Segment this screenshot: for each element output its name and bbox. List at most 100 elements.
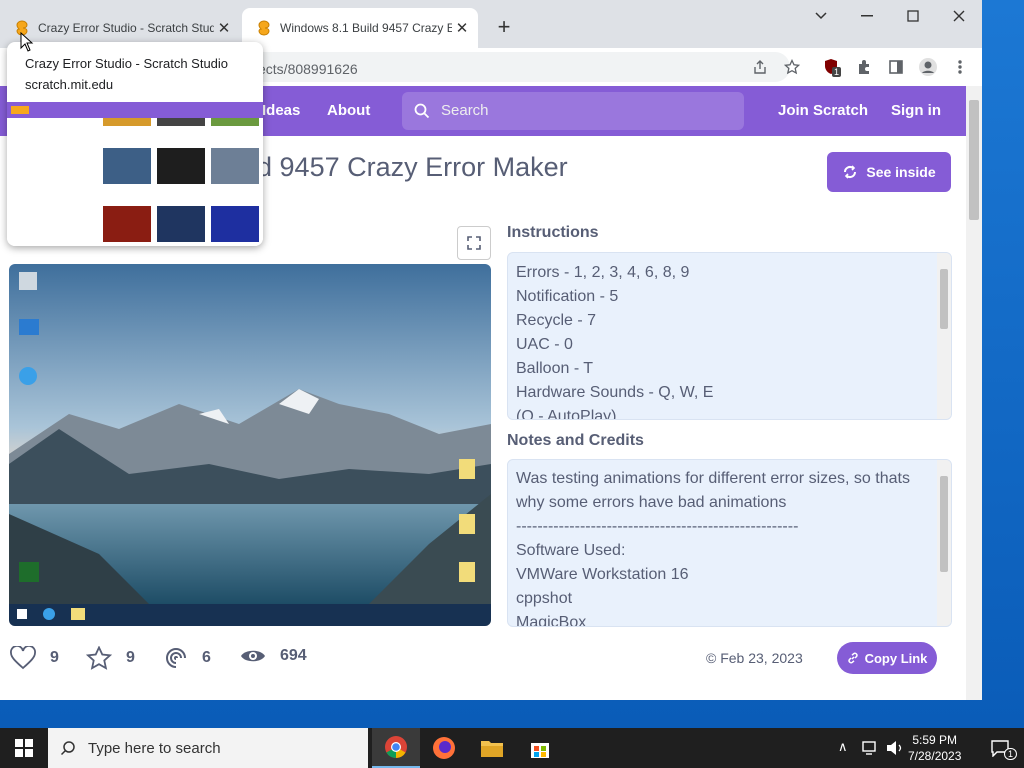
chrome-icon	[385, 736, 407, 758]
store-taskbar-button[interactable]	[516, 728, 564, 768]
notes-scrollbar[interactable]	[937, 460, 951, 626]
close-tab-icon[interactable]: ✕	[452, 19, 472, 37]
show-hidden-icons[interactable]: ∧	[838, 739, 848, 755]
notes-line: Software Used:	[516, 542, 626, 559]
hover-card-site: scratch.mit.edu	[25, 77, 114, 92]
copy-link-label: Copy Link	[864, 650, 928, 666]
see-inside-label: See inside	[866, 164, 936, 180]
close-window-button[interactable]	[936, 0, 982, 32]
instructions-line: (Q - AutoPlay)	[516, 408, 617, 420]
tab-search-icon[interactable]	[798, 0, 844, 32]
firefox-icon	[433, 737, 455, 759]
love-stat[interactable]: 9	[10, 646, 59, 670]
copy-link-button[interactable]: Copy Link	[837, 642, 937, 674]
instructions-box[interactable]: Errors - 1, 2, 3, 4, 6, 8, 9 Notificatio…	[507, 252, 952, 420]
hover-card-title: Crazy Error Studio - Scratch Studio	[25, 56, 229, 71]
windows-taskbar: Type here to search ∧ 5:59 PM 7/28/2023 …	[0, 728, 1024, 768]
scratch-search-input[interactable]: Search	[402, 92, 744, 130]
scratch-cat-icon	[256, 20, 272, 36]
nav-about-link[interactable]: About	[327, 102, 370, 119]
notes-line: Was testing animations for different err…	[516, 470, 910, 487]
tab-title: Windows 8.1 Build 9457 Crazy Error Maker	[280, 21, 452, 35]
start-button[interactable]	[0, 728, 48, 768]
instructions-line: Notification - 5	[516, 288, 619, 305]
clock-date: 7/28/2023	[908, 749, 962, 763]
taskbar-search-placeholder: Type here to search	[88, 740, 221, 757]
fullscreen-icon[interactable]	[457, 226, 491, 260]
instructions-line: Recycle - 7	[516, 312, 597, 329]
folder-icon	[481, 741, 503, 757]
join-scratch-link[interactable]: Join Scratch	[778, 102, 868, 119]
page-scrollbar[interactable]	[966, 86, 982, 700]
remix-stat: 6	[164, 646, 211, 670]
windows-logo-icon	[15, 739, 33, 757]
volume-icon[interactable]	[886, 740, 904, 756]
remix-arrows-icon	[844, 165, 857, 179]
browser-window: Crazy Error Studio - Scratch Studio ✕ Wi…	[0, 0, 982, 700]
profile-avatar-icon[interactable]	[918, 57, 938, 77]
close-tab-icon[interactable]: ✕	[214, 19, 234, 37]
views-stat: 694	[240, 646, 307, 666]
notes-line: ----------------------------------------…	[516, 518, 799, 535]
instructions-line: Hardware Sounds - Q, W, E	[516, 384, 714, 401]
store-bag-icon	[531, 743, 549, 758]
tab-hover-card: Crazy Error Studio - Scratch Studio scra…	[7, 42, 263, 246]
notes-line: why some errors have bad animations	[516, 494, 787, 511]
side-panel-icon[interactable]	[886, 57, 906, 77]
instructions-scrollbar[interactable]	[937, 253, 951, 419]
notes-line: cppshot	[516, 590, 573, 607]
share-icon[interactable]	[750, 57, 770, 77]
instructions-line: UAC - 0	[516, 336, 573, 353]
maximize-button[interactable]	[890, 0, 936, 32]
minimize-button[interactable]	[844, 0, 890, 32]
network-icon[interactable]	[862, 740, 880, 756]
instructions-heading: Instructions	[507, 224, 599, 241]
instructions-line: Errors - 1, 2, 3, 4, 6, 8, 9	[516, 264, 690, 281]
notes-box[interactable]: Was testing animations for different err…	[507, 459, 952, 627]
file-explorer-taskbar-button[interactable]	[468, 728, 516, 768]
search-placeholder: Search	[441, 102, 489, 119]
sign-in-link[interactable]: Sign in	[891, 102, 941, 119]
ublock-extension-icon[interactable]: 1	[822, 57, 842, 77]
tab-strip: Crazy Error Studio - Scratch Studio ✕ Wi…	[0, 0, 982, 48]
action-center-button[interactable]: 1	[976, 728, 1024, 768]
link-icon	[847, 652, 858, 664]
search-icon	[414, 103, 430, 119]
instructions-line: Balloon - T	[516, 360, 594, 377]
chrome-taskbar-button[interactable]	[372, 728, 420, 768]
date-text: Feb 23, 2023	[720, 650, 803, 666]
extensions-puzzle-icon[interactable]	[854, 57, 874, 77]
remix-count: 6	[202, 649, 211, 666]
favorite-count: 9	[126, 649, 135, 666]
tab-crazy-error-maker[interactable]: Windows 8.1 Build 9457 Crazy Error Maker…	[242, 8, 478, 48]
notification-count: 1	[1004, 748, 1018, 760]
project-stage[interactable]	[9, 264, 491, 626]
eye-icon	[241, 650, 265, 662]
extension-badge: 1	[832, 67, 842, 77]
chrome-menu-icon[interactable]	[950, 57, 970, 77]
star-icon	[86, 646, 112, 670]
search-icon	[60, 741, 75, 756]
favorite-stat[interactable]: 9	[86, 646, 135, 670]
remix-swirl-icon	[166, 648, 186, 668]
notes-heading: Notes and Credits	[507, 432, 644, 449]
hover-card-thumbnail	[7, 102, 263, 246]
views-count: 694	[280, 647, 307, 664]
taskbar-search-box[interactable]: Type here to search	[48, 728, 368, 768]
firefox-taskbar-button[interactable]	[420, 728, 468, 768]
see-inside-button[interactable]: See inside	[827, 152, 951, 192]
notes-line: MagicBox	[516, 614, 587, 627]
new-tab-button[interactable]: +	[492, 14, 516, 40]
taskbar-clock[interactable]: 5:59 PM 7/28/2023	[908, 732, 961, 764]
bookmark-star-icon[interactable]	[782, 57, 802, 77]
heart-icon	[10, 646, 36, 670]
tab-title: Crazy Error Studio - Scratch Studio	[38, 21, 214, 35]
nav-ideas-link[interactable]: Ideas	[262, 102, 300, 119]
notes-line: VMWare Workstation 16	[516, 566, 689, 583]
url-text: ects/808991626	[258, 61, 358, 77]
mouse-cursor-icon	[20, 32, 34, 52]
shared-date: © Feb 23, 2023	[706, 650, 803, 666]
love-count: 9	[50, 649, 59, 666]
project-title: uild 9457 Crazy Error Maker	[230, 152, 568, 182]
clock-time: 5:59 PM	[912, 733, 958, 747]
